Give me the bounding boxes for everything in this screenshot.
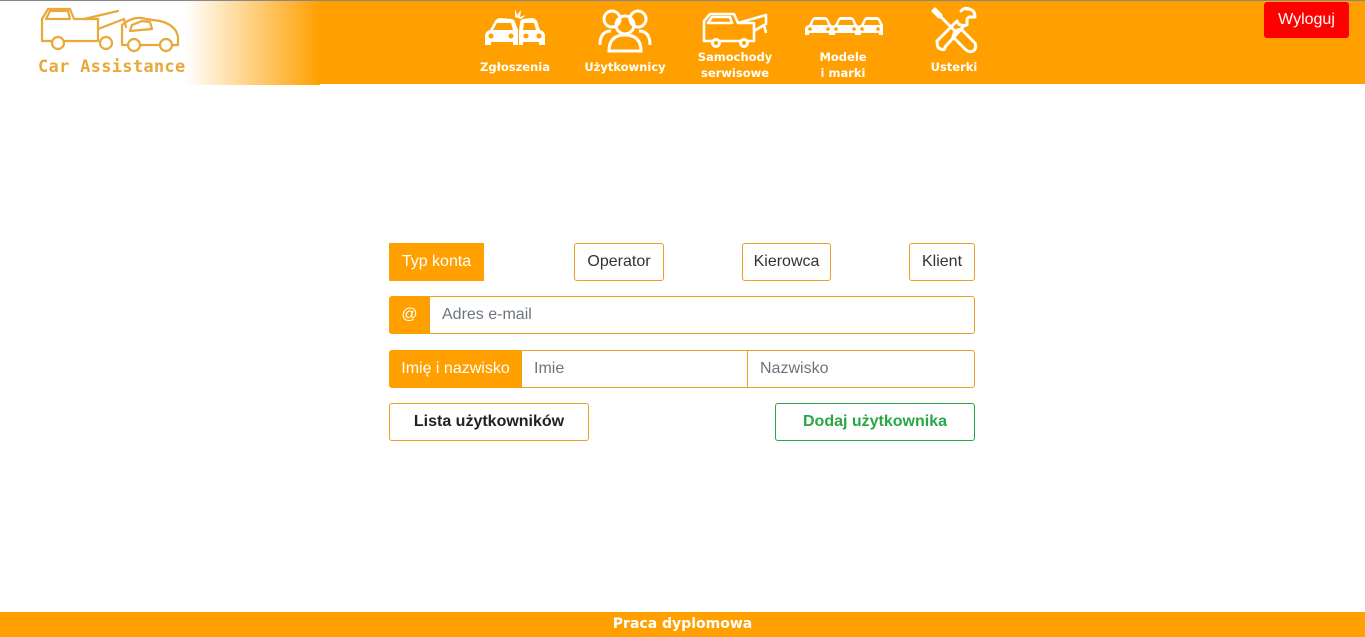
account-type-operator-button[interactable]: Operator — [574, 243, 664, 281]
logout-button[interactable]: Wyloguj — [1264, 2, 1349, 38]
account-type-kierowca-button[interactable]: Kierowca — [742, 243, 831, 281]
last-name-input[interactable]: Nazwisko — [747, 350, 975, 388]
nav-label-line1: Modele — [819, 50, 867, 64]
add-user-button[interactable]: Dodaj użytkownika — [775, 403, 975, 441]
nav-item-usterki[interactable]: Usterki — [914, 1, 994, 85]
nav-item-samochody-serwisowe[interactable]: Samochody serwisowe — [692, 1, 778, 85]
nav-item-uzytkownicy[interactable]: Użytkownicy — [580, 1, 670, 85]
wrench-screwdriver-icon — [931, 6, 978, 54]
nav-label: Użytkownicy — [584, 60, 666, 74]
nav-item-zgloszenia[interactable]: Zgłoszenia — [476, 1, 554, 85]
car-crash-icon — [485, 9, 545, 45]
nav-label-line2: i marki — [820, 66, 866, 80]
cars-icon — [805, 17, 883, 35]
nav-item-modele-i-marki[interactable]: Modele i marki — [800, 1, 886, 85]
tow-truck-icon — [702, 12, 768, 48]
nav-label-line2: serwisowe — [700, 66, 770, 80]
email-input[interactable]: Adres e-mail — [429, 296, 975, 334]
users-icon — [598, 9, 652, 53]
email-row: @ Adres e-mail — [389, 296, 975, 334]
email-prefix: @ — [389, 296, 430, 334]
nav-label-line1: Samochody — [697, 50, 773, 64]
tow-truck-logo-icon — [40, 7, 180, 53]
name-label: Imię i nazwisko — [389, 350, 522, 388]
nav-label: Zgłoszenia — [480, 60, 550, 74]
user-list-button[interactable]: Lista użytkowników — [389, 403, 589, 441]
brand-name: Car Assistance — [38, 57, 186, 77]
nav-label: Usterki — [930, 60, 978, 74]
top-navbar: Car Assistance Zgłoszenia Użytkownicy Sa… — [0, 0, 1365, 85]
account-type-label: Typ konta — [389, 243, 484, 281]
actions-row: Lista użytkowników Dodaj użytkownika — [389, 403, 975, 441]
footer: Praca dyplomowa — [0, 612, 1365, 637]
first-name-input[interactable]: Imie — [521, 350, 748, 388]
brand-logo[interactable]: Car Assistance — [0, 1, 320, 85]
account-type-row: Typ konta Operator Kierowca Klient — [389, 243, 975, 281]
account-type-klient-button[interactable]: Klient — [909, 243, 975, 281]
name-row: Imię i nazwisko Imie Nazwisko — [389, 350, 975, 388]
